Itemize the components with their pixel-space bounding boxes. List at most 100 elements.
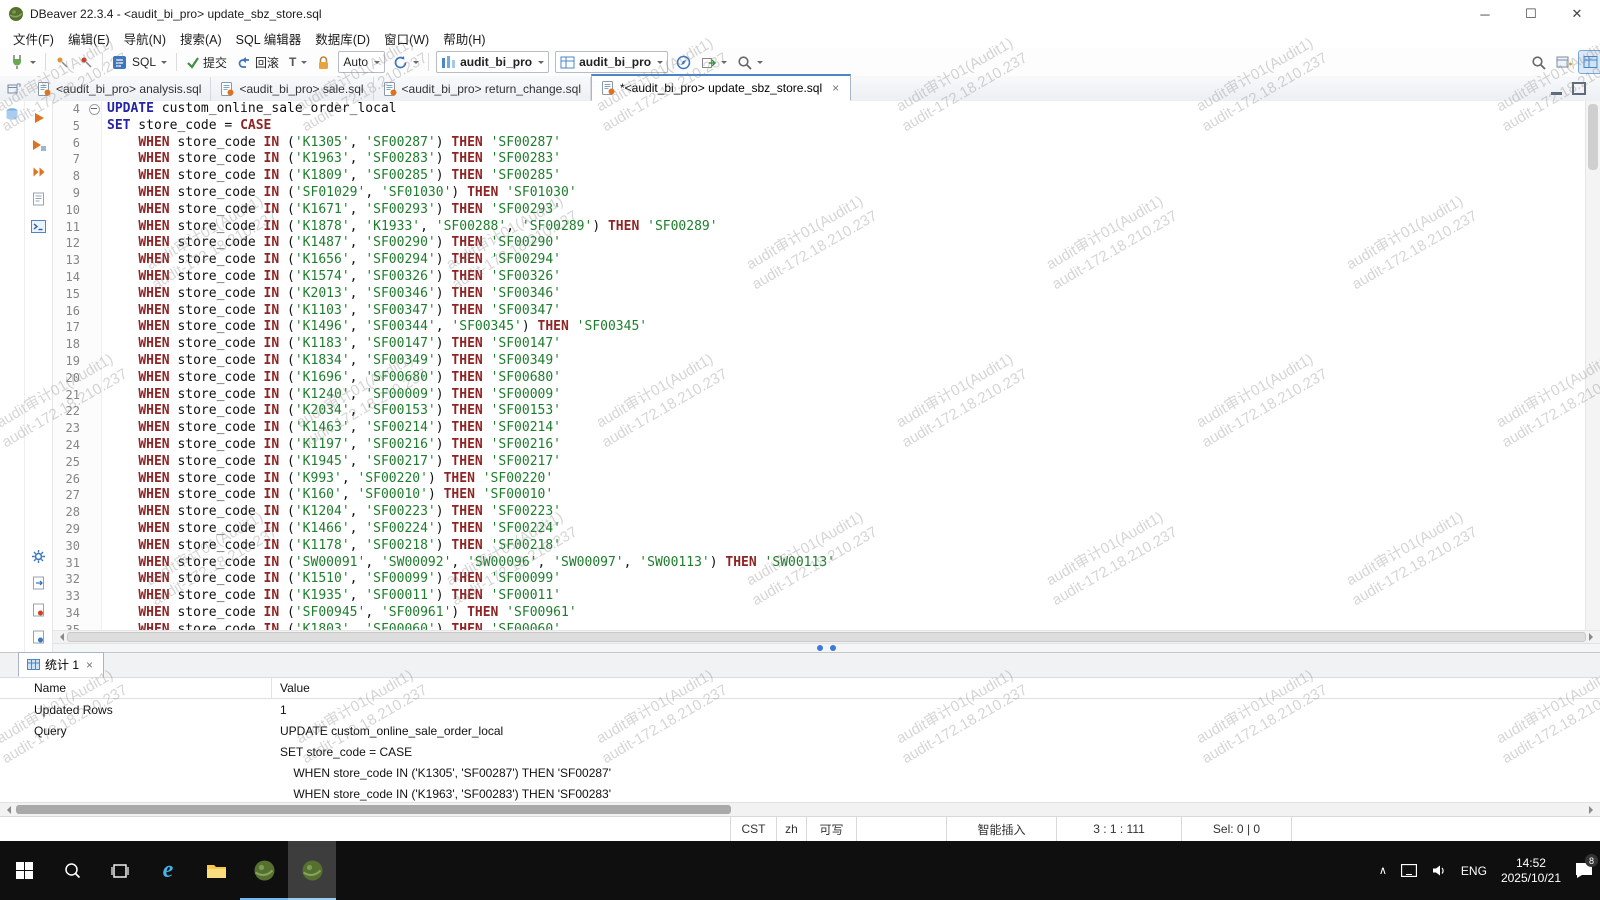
dbeaver-perspective-button[interactable] [1578, 50, 1600, 74]
editor-horizontal-scrollbar[interactable] [53, 630, 1600, 643]
scroll-right-arrow-icon[interactable] [1589, 806, 1597, 814]
output-view-button[interactable] [30, 628, 48, 646]
pin-alt-button[interactable] [75, 51, 97, 73]
tray-clock[interactable]: 14:52 2025/10/21 [1494, 841, 1568, 900]
code-line: WHEN store_code IN ('K1197', 'SF00216') … [107, 437, 1585, 454]
editor-tab[interactable]: <audit_bi_pro> sale.sql [211, 77, 373, 101]
commit-mode-select[interactable]: Auto [338, 51, 385, 73]
new-sql-editor-button[interactable]: SQL [108, 51, 171, 73]
commit-button[interactable]: 提交 [182, 51, 231, 73]
code-line: WHEN store_code IN ('K1305', 'SF00287') … [107, 135, 1585, 152]
tab-statistics[interactable]: 统计 1 × [18, 652, 104, 677]
taskbar-ie-button[interactable]: e [144, 841, 192, 900]
panel-horizontal-scrollbar[interactable] [0, 802, 1600, 816]
scrollbar-thumb[interactable] [16, 805, 731, 814]
table-row[interactable]: WHEN store_code IN ('K1305', 'SF00287') … [0, 762, 1600, 783]
editor-tab[interactable]: <audit_bi_pro> return_change.sql [374, 77, 591, 101]
database-navigator-button[interactable] [3, 105, 21, 123]
table-row[interactable]: SET store_code = CASE [0, 741, 1600, 762]
refresh-button[interactable] [389, 51, 423, 73]
maximize-button[interactable]: ☐ [1508, 0, 1554, 28]
scroll-left-arrow-icon[interactable] [56, 633, 64, 641]
tray-tablet-button[interactable] [1394, 841, 1424, 900]
task-view-icon [111, 863, 129, 879]
table-row[interactable]: QueryUPDATE custom_online_sale_order_loc… [0, 720, 1600, 741]
close-button[interactable]: ✕ [1554, 0, 1600, 28]
transaction-log-button[interactable]: T [285, 51, 311, 73]
log-file-icon [32, 603, 45, 617]
start-button[interactable] [0, 841, 48, 900]
quick-search-button[interactable] [1527, 51, 1550, 73]
code-line: WHEN store_code IN ('K1803', 'SF00060') … [107, 622, 1585, 630]
editor-vertical-scrollbar[interactable] [1585, 101, 1600, 630]
execute-new-tab-button[interactable] [30, 136, 48, 154]
editor-tab[interactable]: <audit_bi_pro> analysis.sql [28, 77, 211, 101]
line-number: 32 [53, 571, 80, 588]
close-tab-icon[interactable]: × [84, 658, 95, 672]
fold-margin-cell [87, 605, 101, 622]
minimize-editor-button[interactable] [1551, 83, 1562, 95]
menu-item[interactable]: 导航(N) [117, 28, 173, 48]
execute-script-button[interactable] [30, 163, 48, 181]
collapse-fold-icon[interactable] [89, 104, 100, 115]
taskbar-dbeaver-active-button[interactable] [288, 841, 336, 900]
auto-sync-button[interactable] [672, 51, 695, 73]
column-header-name[interactable]: Name [0, 678, 272, 698]
line-number: 23 [53, 420, 80, 437]
minimize-button[interactable]: ─ [1462, 0, 1508, 28]
table-row[interactable]: WHEN store_code IN ('K1963', 'SF00283') … [0, 783, 1600, 804]
maximize-editor-button[interactable] [1572, 82, 1586, 95]
save-log-button[interactable] [30, 601, 48, 619]
execute-statement-button[interactable] [30, 109, 48, 127]
schema-select[interactable]: audit_bi_pro [555, 51, 668, 73]
taskbar-explorer-button[interactable] [192, 841, 240, 900]
restore-navigator-button[interactable] [0, 76, 28, 101]
editor-tab[interactable]: *<audit_bi_pro> update_sbz_store.sql× [591, 74, 851, 101]
code-line: WHEN store_code IN ('K1945', 'SF00217') … [107, 454, 1585, 471]
code-line: WHEN store_code IN ('K1656', 'SF00294') … [107, 252, 1585, 269]
explain-plan-button[interactable] [30, 190, 48, 208]
search-icon [1531, 55, 1546, 70]
rollback-label: 回滚 [255, 54, 279, 71]
editor-settings-button[interactable] [30, 547, 48, 565]
row-name-cell: Query [0, 724, 272, 738]
tray-show-hidden-button[interactable]: ∧ [1372, 841, 1394, 900]
open-perspective-button[interactable] [1552, 51, 1576, 73]
table-row[interactable]: Updated Rows1 [0, 699, 1600, 720]
export-button[interactable] [697, 51, 731, 73]
menu-item[interactable]: 编辑(E) [61, 28, 117, 48]
action-center-button[interactable]: 8 [1568, 841, 1600, 900]
menu-item[interactable]: 文件(F) [6, 28, 61, 48]
open-perspective-icon [1556, 55, 1572, 70]
menu-item[interactable]: SQL 编辑器 [229, 28, 309, 48]
line-number: 19 [53, 353, 80, 370]
connection-select[interactable]: audit_bi_pro [436, 51, 549, 73]
scroll-right-arrow-icon[interactable] [1589, 633, 1597, 641]
status-segment: Sel: 0 | 0 [1181, 817, 1291, 841]
scrollbar-thumb[interactable] [67, 632, 1586, 642]
splitter-sash[interactable] [53, 643, 1600, 652]
pin-button[interactable] [51, 51, 73, 73]
menu-item[interactable]: 窗口(W) [377, 28, 436, 48]
close-tab-icon[interactable]: × [830, 81, 841, 95]
menu-item[interactable]: 帮助(H) [436, 28, 492, 48]
rollback-button[interactable]: 回滚 [233, 51, 283, 73]
column-header-value[interactable]: Value [272, 681, 310, 695]
search-toolbar-button[interactable] [733, 51, 767, 73]
tray-language-button[interactable]: ENG [1454, 841, 1494, 900]
lock-button[interactable] [313, 51, 334, 73]
export-result-button[interactable] [30, 574, 48, 592]
scrollbar-thumb[interactable] [1588, 104, 1598, 170]
taskbar-search-button[interactable] [48, 841, 96, 900]
status-segment: 智能插入 [946, 817, 1056, 841]
scroll-left-arrow-icon[interactable] [3, 806, 11, 814]
task-view-button[interactable] [96, 841, 144, 900]
menubar: 文件(F)编辑(E)导航(N)搜索(A)SQL 编辑器数据库(D)窗口(W)帮助… [0, 28, 1600, 48]
new-connection-button[interactable] [5, 51, 40, 73]
tray-volume-button[interactable] [1424, 841, 1454, 900]
open-console-button[interactable] [30, 217, 48, 235]
code-area[interactable]: UPDATE custom_online_sale_order_localSET… [102, 101, 1585, 630]
menu-item[interactable]: 数据库(D) [308, 28, 377, 48]
menu-item[interactable]: 搜索(A) [173, 28, 229, 48]
taskbar-dbeaver-button[interactable] [240, 841, 288, 900]
